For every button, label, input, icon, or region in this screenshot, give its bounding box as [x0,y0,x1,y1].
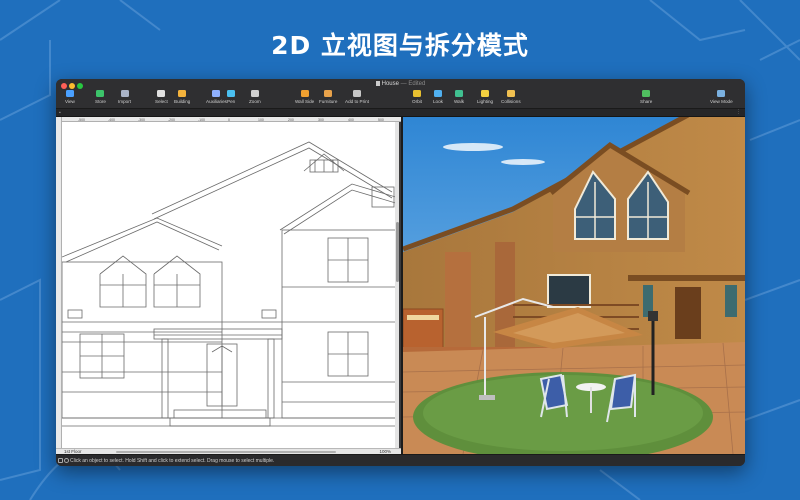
view-3d-pane[interactable] [403,117,745,454]
toolbar-view-button[interactable]: View [65,90,75,104]
toolbar-pen-button[interactable]: Pen [227,90,235,104]
toolbar-label: View [65,99,75,104]
toolbar-label: Auxiliaries [206,99,227,104]
vertical-scrollbar[interactable] [395,122,399,448]
toolbar-wall-side-button[interactable]: Wall Side [295,90,314,104]
toolbar-lighting-button[interactable]: Lighting [477,90,493,104]
toolbar-select-button[interactable]: Select [155,90,168,104]
tab-strip: ▪ ⋮ [56,109,745,117]
toolbar-label: Walk [454,99,465,104]
toolbar-label: View Mode [710,99,733,104]
toolbar-label: Lighting [477,99,494,104]
sidebar-toggle-icon[interactable] [58,458,63,463]
toolbar-label: Import [118,99,132,104]
orbit-icon [412,90,421,97]
toolbar-walk-button[interactable]: Walk [454,90,464,104]
import-icon [120,90,129,97]
edited-indicator: — Edited [400,81,426,88]
elevation-svg [62,141,399,427]
view-icon [65,90,74,97]
zoom-icon [250,90,259,97]
toolbar-label: Store [95,99,106,104]
horizontal-scrollbar[interactable] [116,451,336,453]
plan-2d-pane[interactable]: -500 -400 -300 -200 -100 0 100 200 300 400 500 [56,117,401,454]
toolbar-auxiliaries-button[interactable]: Auxiliaries [206,90,227,104]
tab-more-icon[interactable]: ⋮ [736,109,741,115]
toolbar-label: Wall Side [295,99,315,104]
toolbar-label: Add to Print [345,99,370,104]
toolbar-label: Furniture [319,99,338,104]
toolbar-label: Building [174,99,191,104]
print-icon [353,90,361,97]
store-cart-icon [96,90,105,97]
toolbar-label: Orbit [412,99,422,104]
furniture-icon [324,90,333,97]
toolbar-import-button[interactable]: Import [118,90,131,104]
toolbar-view-mode-button[interactable]: View Mode [710,90,733,104]
status-bar: Click an object to select. Hold Shift an… [56,454,745,466]
select-cursor-icon [157,90,166,97]
pen-icon [227,90,236,97]
info-icon[interactable] [64,458,69,463]
toolbar-furniture-button[interactable]: Furniture [319,90,337,104]
elevation-drawing[interactable] [62,122,399,448]
toolbar-store-button[interactable]: Store [95,90,106,104]
window-title: House — Edited [56,81,745,87]
view-mode-icon [717,90,726,97]
lighting-bulb-icon [481,90,490,97]
walk-icon [455,90,464,97]
toolbar-label: Collisions [501,99,521,104]
titlebar: House — Edited View Store Import Select Buil… [56,79,745,109]
toolbar-building-button[interactable]: Building [174,90,190,104]
wall-side-icon [300,90,309,97]
toolbar-label: Select [155,99,168,104]
scrollbar-thumb[interactable] [395,222,399,282]
toolbar-label: Zoom [249,99,261,104]
app-window: House — Edited View Store Import Select Buil… [56,79,745,466]
share-icon [642,90,651,97]
toolbar-label: Pen [227,99,236,104]
toolbar-collisions-button[interactable]: Collisions [501,90,521,104]
toolbar-add-to-print-button[interactable]: Add to Print [345,90,369,104]
toolbar-label: Look [433,99,443,104]
collisions-icon [506,90,515,97]
toolbar-orbit-button[interactable]: Orbit [412,90,422,104]
render-3d-svg [403,117,745,454]
look-eye-icon [433,90,442,97]
auxiliaries-icon [212,90,221,97]
toolbar-look-button[interactable]: Look [433,90,443,104]
toolbar-zoom-button[interactable]: Zoom [249,90,261,104]
headline: 2D 立视图与拆分模式 [271,31,529,60]
document-icon [375,81,380,86]
tab-close-icon[interactable]: ▪ [59,110,61,116]
status-hint: Click an object to select. Hold Shift an… [70,458,275,464]
toolbar-share-button[interactable]: Share [640,90,652,104]
toolbar-label: Share [640,99,653,104]
document-name: House [381,81,399,88]
building-icon [178,90,187,97]
